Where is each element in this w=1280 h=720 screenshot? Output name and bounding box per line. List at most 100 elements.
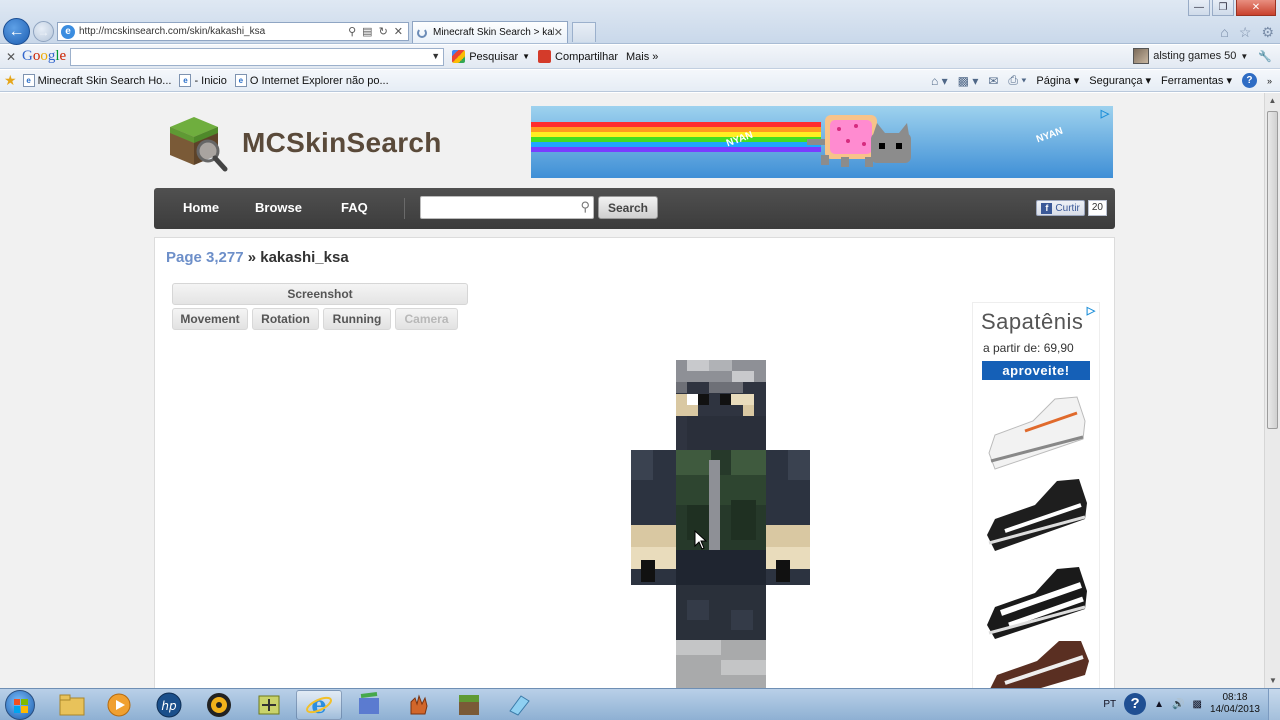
show-desktop-button[interactable] bbox=[1268, 689, 1280, 720]
windows-logo-icon bbox=[14, 699, 28, 713]
help-icon[interactable]: ? bbox=[1241, 73, 1257, 88]
more-button[interactable]: Mais » bbox=[626, 51, 658, 63]
explorer-taskbar-button[interactable] bbox=[49, 690, 95, 720]
site-title[interactable]: MCSkinSearch bbox=[242, 127, 442, 159]
window-controls: — ❐ ✕ bbox=[1188, 0, 1276, 16]
favorite-item[interactable]: eO Internet Explorer não po... bbox=[234, 74, 389, 87]
eye-app-icon bbox=[207, 693, 231, 717]
page-menu[interactable]: Página ▾ bbox=[1036, 74, 1079, 87]
mail-icon[interactable]: ✉ bbox=[988, 74, 998, 88]
scroll-up-icon[interactable]: ▲ bbox=[1265, 93, 1280, 109]
media-player-icon bbox=[107, 693, 131, 717]
ad-brand: Sapatênis bbox=[981, 309, 1084, 334]
favorites-star-icon[interactable]: ☆ bbox=[1239, 24, 1252, 41]
google-search-button[interactable]: Pesquisar ▼ bbox=[452, 50, 530, 63]
clock[interactable]: 08:18 14/04/2013 bbox=[1210, 692, 1260, 716]
share-button[interactable]: Compartilhar bbox=[538, 50, 618, 63]
site-navbar: Home Browse FAQ ⚲ Search f Curtir 20 bbox=[154, 188, 1115, 229]
tab-close-icon[interactable]: ✕ bbox=[554, 26, 563, 39]
search-icon: ⚲ bbox=[580, 199, 590, 214]
tab-screenshot[interactable]: Screenshot bbox=[172, 283, 468, 305]
loading-spinner-icon bbox=[417, 27, 427, 38]
site-search-button[interactable]: Search bbox=[598, 196, 658, 219]
google-user-menu[interactable]: alsting games 50 ▼ 🔧 bbox=[1133, 48, 1272, 64]
tab-movement[interactable]: Movement bbox=[172, 308, 248, 330]
help-icon[interactable]: ? bbox=[1124, 693, 1147, 715]
app-taskbar-button[interactable] bbox=[346, 690, 392, 720]
hp-taskbar-button[interactable]: hp bbox=[146, 690, 192, 720]
adchoices-icon[interactable]: ▷ bbox=[1099, 108, 1111, 120]
app-taskbar-button[interactable] bbox=[246, 690, 292, 720]
favorite-item[interactable]: e- Inicio bbox=[179, 74, 227, 87]
facebook-like-widget: f Curtir 20 bbox=[1036, 200, 1107, 216]
tray-expand-icon[interactable]: ▲ bbox=[1154, 699, 1164, 710]
home-icon[interactable]: ⌂ bbox=[1220, 24, 1228, 41]
minecraft-taskbar-button[interactable] bbox=[446, 690, 492, 720]
glove-icon bbox=[410, 694, 428, 715]
archive-icon bbox=[258, 695, 280, 715]
tab-title: Minecraft Skin Search > kak... bbox=[433, 27, 554, 38]
scrollbar-thumb[interactable] bbox=[1267, 111, 1278, 429]
maximize-button[interactable]: ❐ bbox=[1212, 0, 1234, 16]
tab-camera[interactable]: Camera bbox=[395, 308, 458, 330]
banner-ad[interactable]: NYAN NYAN ▷ bbox=[531, 106, 1113, 178]
nav-home-link[interactable]: Home bbox=[183, 200, 219, 215]
language-indicator[interactable]: PT bbox=[1103, 699, 1116, 710]
side-ad[interactable]: ▷ Sapatênis a partir de: 69,90 aproveite… bbox=[972, 302, 1100, 689]
forward-arrow-icon: → bbox=[37, 24, 50, 39]
favorite-item[interactable]: e Minecraft Skin Search Ho... bbox=[22, 74, 171, 87]
start-button[interactable] bbox=[5, 690, 35, 720]
forward-button[interactable]: → bbox=[33, 21, 54, 42]
page-icon: e bbox=[22, 74, 35, 87]
speaker-icon[interactable]: 🔊 bbox=[1172, 699, 1184, 710]
app-taskbar-button[interactable] bbox=[396, 690, 442, 720]
skin-preview-image[interactable] bbox=[631, 360, 810, 689]
app-taskbar-button[interactable] bbox=[196, 690, 242, 720]
google-search-input[interactable]: ▼ bbox=[70, 47, 445, 66]
like-button[interactable]: f Curtir bbox=[1036, 200, 1085, 216]
site-search-input[interactable]: ⚲ bbox=[420, 196, 594, 219]
search-icon[interactable]: ⚲ bbox=[348, 25, 356, 38]
tab-running[interactable]: Running bbox=[323, 308, 391, 330]
toolbar-close-icon[interactable]: ✕ bbox=[0, 50, 22, 64]
gear-icon[interactable]: ⚙ bbox=[1261, 24, 1274, 41]
new-tab-button[interactable] bbox=[572, 22, 596, 42]
breadcrumb: Page 3,277 » kakashi_ksa bbox=[166, 249, 349, 266]
wrench-icon[interactable]: 🔧 bbox=[1258, 50, 1272, 63]
back-button[interactable]: ← bbox=[3, 18, 30, 45]
print-icon[interactable]: ⎙ ▾ bbox=[1008, 73, 1026, 88]
favorites-bar: ★ e Minecraft Skin Search Ho... e- Inicio… bbox=[0, 70, 1280, 92]
window-app-icon bbox=[509, 695, 530, 716]
tab-active[interactable]: Minecraft Skin Search > kak... ✕ bbox=[412, 21, 568, 43]
chevron-down-icon[interactable]: ▼ bbox=[431, 51, 440, 61]
like-count: 20 bbox=[1087, 200, 1107, 216]
scroll-down-icon[interactable]: ▼ bbox=[1265, 673, 1280, 689]
system-tray: PT ? ▲ 🔊 ▩ 08:18 14/04/2013 bbox=[1103, 692, 1260, 716]
nav-faq-link[interactable]: FAQ bbox=[341, 200, 368, 215]
chevron-right-icon[interactable]: » bbox=[1267, 76, 1272, 86]
minimize-button[interactable]: — bbox=[1188, 0, 1210, 16]
nav-browse-link[interactable]: Browse bbox=[255, 200, 302, 215]
address-url[interactable]: http://mcskinsearch.com/skin/kakashi_ksa bbox=[79, 26, 348, 37]
home-icon[interactable]: ⌂ ▾ bbox=[931, 74, 948, 88]
address-bar[interactable]: e http://mcskinsearch.com/skin/kakashi_k… bbox=[57, 22, 409, 41]
page-icon: e bbox=[179, 74, 192, 87]
refresh-icon[interactable]: ↻ bbox=[379, 25, 388, 38]
favorites-star-icon[interactable]: ★ bbox=[4, 72, 17, 89]
adchoices-icon[interactable]: ▷ bbox=[1085, 305, 1097, 317]
media-player-taskbar-button[interactable] bbox=[96, 690, 142, 720]
rss-feed-icon[interactable]: ▩ ▾ bbox=[958, 74, 979, 88]
breadcrumb-page-link[interactable]: Page 3,277 bbox=[166, 249, 244, 266]
compatibility-icon[interactable]: ▤ bbox=[362, 25, 372, 38]
security-menu[interactable]: Segurança ▾ bbox=[1089, 74, 1151, 87]
network-icon[interactable]: ▩ bbox=[1192, 699, 1201, 710]
vertical-scrollbar[interactable]: ▲ ▼ bbox=[1264, 93, 1280, 689]
ie-taskbar-button[interactable]: e bbox=[296, 690, 342, 720]
app-taskbar-button[interactable] bbox=[496, 690, 542, 720]
site-logo-icon[interactable] bbox=[166, 113, 228, 175]
stop-icon[interactable]: ✕ bbox=[394, 25, 403, 38]
tools-menu[interactable]: Ferramentas ▾ bbox=[1161, 74, 1232, 87]
ad-cta-button[interactable]: aproveite! bbox=[982, 361, 1090, 380]
close-window-button[interactable]: ✕ bbox=[1236, 0, 1276, 16]
tab-rotation[interactable]: Rotation bbox=[252, 308, 319, 330]
